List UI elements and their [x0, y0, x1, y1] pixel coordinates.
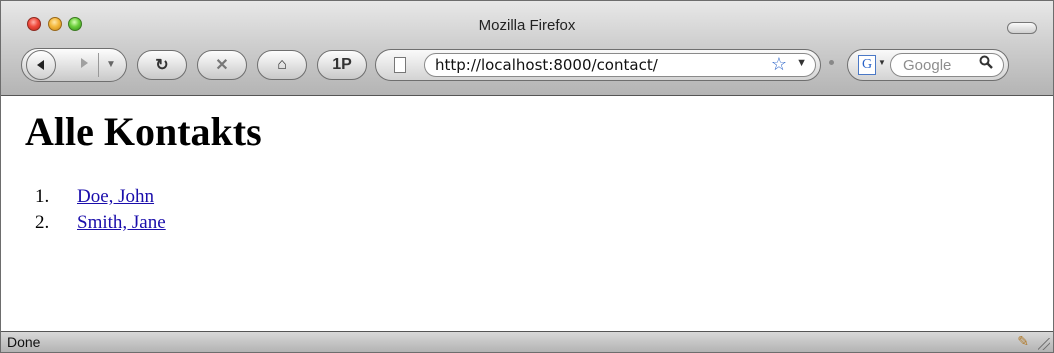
- status-addon-icon[interactable]: ✎: [1017, 333, 1029, 350]
- home-button[interactable]: ⌂: [257, 50, 307, 80]
- reload-button[interactable]: ↻: [137, 50, 187, 80]
- forward-button[interactable]: [78, 56, 90, 72]
- google-engine-icon[interactable]: G: [858, 55, 876, 75]
- url-dropdown-button[interactable]: ▼: [796, 57, 807, 69]
- browser-window: Mozilla Firefox ▼ ↻ ✕ ⌂ 1P http://localh…: [0, 0, 1054, 353]
- back-button[interactable]: [26, 50, 56, 80]
- reload-icon: ↻: [155, 57, 169, 74]
- stop-button[interactable]: ✕: [197, 50, 247, 80]
- toolbar-toggle-button[interactable]: [1007, 22, 1037, 34]
- browser-chrome: Mozilla Firefox ▼ ↻ ✕ ⌂ 1P http://localh…: [1, 1, 1053, 96]
- url-text: http://localhost:8000/contact/: [435, 56, 658, 74]
- contact-link[interactable]: Doe, John: [77, 186, 154, 208]
- search-icon[interactable]: [979, 55, 993, 73]
- page-icon: [394, 57, 406, 73]
- engine-dropdown-icon[interactable]: ▼: [878, 58, 886, 67]
- back-forward-group: ▼: [21, 48, 127, 82]
- list-number: 1.: [35, 186, 50, 207]
- page-heading: Alle Kontakts: [25, 109, 262, 154]
- onepassword-label: 1P: [332, 56, 352, 73]
- window-title: Mozilla Firefox: [478, 17, 576, 34]
- stop-icon: ✕: [215, 57, 229, 74]
- search-bar: G ▼ Google: [847, 49, 1009, 81]
- status-bar: Done ✎: [1, 331, 1053, 352]
- onepassword-button[interactable]: 1P: [317, 50, 367, 80]
- back-arrow-icon: [37, 60, 44, 70]
- contact-link[interactable]: Smith, Jane: [77, 212, 166, 234]
- status-text: Done: [7, 334, 41, 350]
- search-input[interactable]: Google: [890, 53, 1004, 77]
- resize-grip[interactable]: [1038, 338, 1050, 350]
- title-bar: Mozilla Firefox: [1, 1, 1053, 41]
- search-placeholder: Google: [903, 57, 952, 74]
- toolbar-divider: [98, 53, 99, 77]
- url-input[interactable]: http://localhost:8000/contact/ ☆ ▼: [424, 53, 816, 77]
- forward-arrow-icon: [81, 58, 88, 68]
- bookmark-star-icon[interactable]: ☆: [771, 54, 787, 75]
- list-number: 2.: [35, 212, 50, 233]
- magnifier-icon: [979, 55, 993, 69]
- address-bar: http://localhost:8000/contact/ ☆ ▼: [375, 49, 821, 81]
- history-dropdown-button[interactable]: ▼: [106, 59, 116, 70]
- toolbar-dot-separator: [829, 60, 834, 65]
- home-icon: ⌂: [277, 56, 287, 73]
- navigation-toolbar: ▼ ↻ ✕ ⌂ 1P http://localhost:8000/contact…: [1, 46, 1053, 86]
- page-content: Alle Kontakts 1. Doe, John 2. Smith, Jan…: [11, 96, 1051, 332]
